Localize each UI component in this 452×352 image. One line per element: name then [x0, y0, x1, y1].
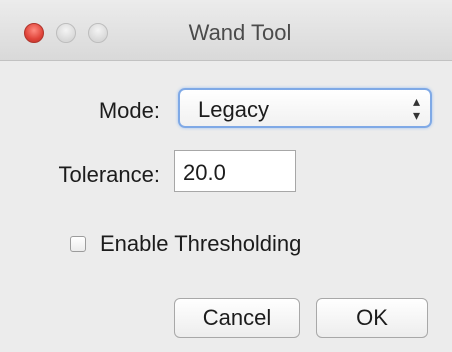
enable-thresholding-label[interactable]: Enable Thresholding	[100, 231, 301, 257]
mode-select-value: Legacy	[198, 97, 269, 122]
window-title: Wand Tool	[188, 20, 292, 45]
title-bar[interactable]: Wand Tool	[0, 0, 452, 61]
mode-label: Mode:	[98, 98, 160, 123]
mode-select[interactable]: Legacy ▴ ▾	[178, 88, 432, 128]
minimize-icon[interactable]	[56, 23, 76, 43]
close-icon[interactable]	[24, 23, 44, 43]
zoom-icon[interactable]	[88, 23, 108, 43]
ok-button[interactable]: OK	[316, 298, 428, 338]
tolerance-label: Tolerance:	[58, 162, 160, 187]
enable-thresholding-checkbox[interactable]	[70, 236, 86, 252]
wand-tool-dialog: Wand Tool Mode: Legacy ▴ ▾ Tolerance: 20.…	[0, 0, 452, 352]
chevron-up-down-icon: ▴ ▾	[412, 93, 420, 123]
cancel-button[interactable]: Cancel	[174, 298, 300, 338]
tolerance-field[interactable]: 20.0	[174, 150, 296, 192]
